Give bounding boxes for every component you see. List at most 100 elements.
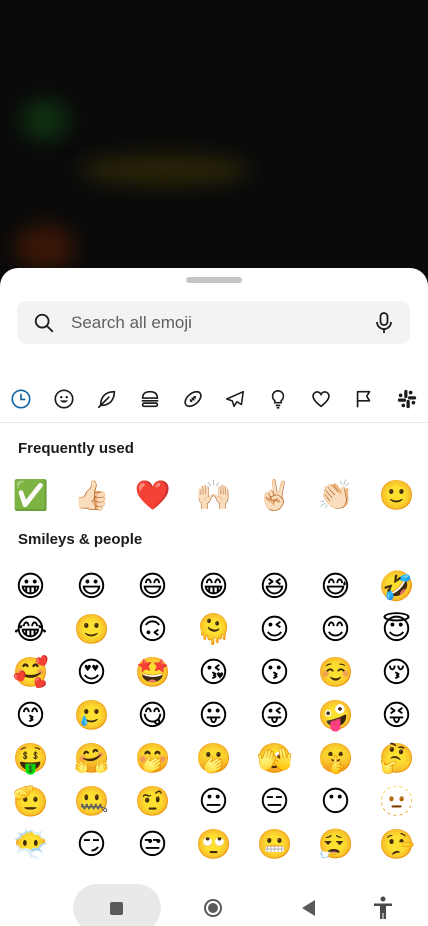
emoji-row: 🫡 🤐 🤨 😐 😑 😶 🫥	[0, 779, 428, 822]
emoji-cell[interactable]: 😁	[183, 569, 244, 603]
microphone-icon[interactable]	[374, 312, 394, 334]
search-input[interactable]	[69, 311, 363, 334]
emoji-cell[interactable]: 😍	[61, 655, 122, 689]
back-button[interactable]	[302, 900, 315, 916]
emoji-cell[interactable]: 🤭	[122, 741, 183, 775]
tab-recent[interactable]	[6, 384, 36, 414]
emoji-cell[interactable]: 😀	[0, 569, 61, 603]
tab-custom[interactable]	[392, 384, 422, 414]
emoji-cell[interactable]: 🤑	[0, 741, 61, 775]
emoji-cell[interactable]: 🤣	[366, 569, 427, 603]
leaf-icon	[97, 390, 116, 409]
emoji-row: ✅ 👍🏻 ❤️ 🙌🏻 ✌🏻 👏🏻 🙂	[0, 473, 428, 516]
section-title-smileys: Smileys & people	[18, 531, 143, 548]
emoji-cell[interactable]: 🫥	[366, 784, 427, 818]
lightbulb-icon	[271, 389, 285, 409]
emoji-cell[interactable]: 😅	[305, 569, 366, 603]
emoji-cell[interactable]: ☺️	[305, 655, 366, 689]
emoji-cell[interactable]: ✅	[0, 478, 61, 512]
emoji-cell[interactable]: 😚	[366, 655, 427, 689]
category-tabs	[0, 382, 428, 416]
emoji-cell[interactable]: 🤩	[122, 655, 183, 689]
emoji-cell[interactable]: 😏	[61, 827, 122, 861]
emoji-row: 😙 🥲 😋 😛 😜 🤪 😝	[0, 693, 428, 736]
emoji-cell[interactable]: 🙌🏻	[183, 478, 244, 512]
accessibility-icon[interactable]	[372, 896, 394, 920]
search-bar[interactable]	[17, 301, 410, 344]
emoji-cell[interactable]: 🫡	[0, 784, 61, 818]
heart-icon	[312, 391, 330, 408]
tab-activities[interactable]	[178, 384, 208, 414]
emoji-cell[interactable]: 🫢	[183, 741, 244, 775]
emoji-cell[interactable]: 😜	[244, 698, 305, 732]
scroll-fade	[0, 866, 428, 876]
emoji-cell[interactable]: 😑	[244, 784, 305, 818]
tab-objects[interactable]	[263, 384, 293, 414]
emoji-cell[interactable]: 😶‍🌫️	[0, 827, 61, 861]
emoji-cell[interactable]: 😃	[61, 569, 122, 603]
home-button[interactable]	[204, 899, 222, 917]
emoji-cell[interactable]: 🥰	[0, 655, 61, 689]
emoji-cell[interactable]: 😆	[244, 569, 305, 603]
smiley-icon	[54, 389, 74, 409]
emoji-cell[interactable]: 🙂	[366, 478, 427, 512]
background-blob	[15, 225, 75, 270]
recents-button[interactable]	[73, 884, 161, 926]
emoji-cell[interactable]: 😬	[244, 827, 305, 861]
emoji-cell[interactable]: 🤨	[122, 784, 183, 818]
emoji-cell[interactable]: 🙄	[183, 827, 244, 861]
tab-food[interactable]	[135, 384, 165, 414]
emoji-row: 🤑 🤗 🤭 🫢 🫣 🤫 🤔	[0, 736, 428, 779]
emoji-row: 🥰 😍 🤩 😘 😗 ☺️ 😚	[0, 650, 428, 693]
emoji-cell[interactable]: 🤪	[305, 698, 366, 732]
emoji-cell[interactable]: 😄	[122, 569, 183, 603]
tab-travel[interactable]	[220, 384, 250, 414]
emoji-cell[interactable]: 😙	[0, 698, 61, 732]
emoji-cell[interactable]: 😇	[366, 612, 427, 646]
emoji-cell[interactable]: 😉	[244, 612, 305, 646]
emoji-cell[interactable]: 🤐	[61, 784, 122, 818]
emoji-cell[interactable]: 😋	[122, 698, 183, 732]
emoji-cell[interactable]: ❤️	[122, 478, 183, 512]
tab-nature[interactable]	[92, 384, 122, 414]
clock-icon	[11, 389, 31, 409]
emoji-cell[interactable]: 🤔	[366, 741, 427, 775]
square-icon	[110, 902, 123, 915]
emoji-cell[interactable]: 😛	[183, 698, 244, 732]
emoji-row: 😀 😃 😄 😁 😆 😅 🤣	[0, 564, 428, 607]
football-icon	[183, 390, 202, 408]
emoji-cell[interactable]: 😒	[122, 827, 183, 861]
emoji-cell[interactable]: 🫣	[244, 741, 305, 775]
emoji-cell[interactable]: ✌🏻	[244, 478, 305, 512]
airplane-icon	[226, 390, 245, 408]
emoji-cell[interactable]: 😘	[183, 655, 244, 689]
emoji-cell[interactable]: 😐	[183, 784, 244, 818]
burger-icon	[141, 390, 159, 408]
system-nav-bar	[0, 876, 428, 926]
emoji-row: 😶‍🌫️ 😏 😒 🙄 😬 😮‍💨 🤥	[0, 822, 428, 865]
emoji-cell[interactable]: 🙃	[122, 612, 183, 646]
emoji-cell[interactable]: 👍🏻	[61, 478, 122, 512]
tab-smileys[interactable]	[49, 384, 79, 414]
emoji-cell[interactable]: 🥲	[61, 698, 122, 732]
tabs-divider	[0, 422, 428, 423]
emoji-cell[interactable]: 🤥	[366, 827, 427, 861]
emoji-cell[interactable]: 🙂	[61, 612, 122, 646]
emoji-row: 😂 🙂 🙃 🫠 😉 😊 😇	[0, 607, 428, 650]
emoji-cell[interactable]: 🫠	[183, 612, 244, 646]
tab-symbols[interactable]	[306, 384, 336, 414]
emoji-cell[interactable]: 🤗	[61, 741, 122, 775]
tab-flags[interactable]	[349, 384, 379, 414]
emoji-cell[interactable]: 🤫	[305, 741, 366, 775]
background-blob	[22, 100, 68, 140]
emoji-cell[interactable]: 😮‍💨	[305, 827, 366, 861]
emoji-cell[interactable]: 😂	[0, 612, 61, 646]
emoji-cell[interactable]: 😊	[305, 612, 366, 646]
search-icon	[34, 313, 54, 332]
emoji-cell[interactable]: 😶	[305, 784, 366, 818]
drag-handle[interactable]	[186, 277, 242, 283]
emoji-cell[interactable]: 😗	[244, 655, 305, 689]
slack-icon	[397, 389, 416, 409]
emoji-cell[interactable]: 👏🏻	[305, 478, 366, 512]
emoji-cell[interactable]: 😝	[366, 698, 427, 732]
